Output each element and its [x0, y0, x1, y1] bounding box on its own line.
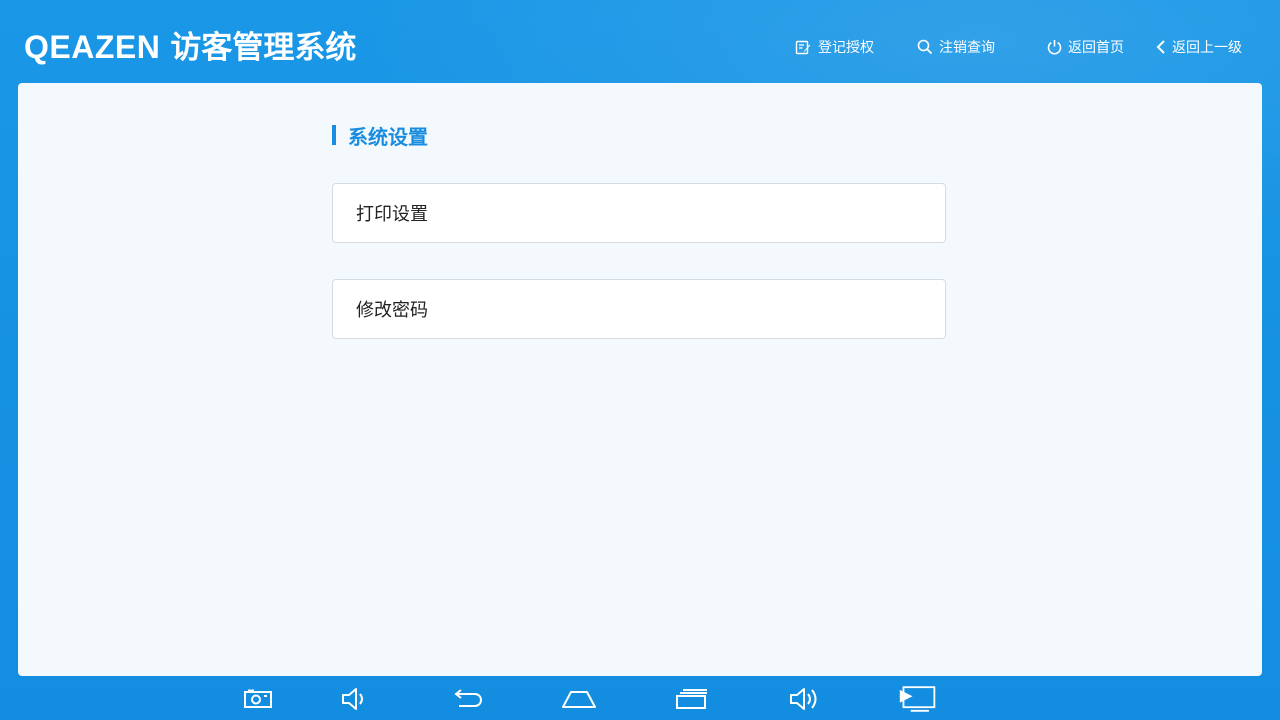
home-button[interactable] [559, 684, 599, 714]
home-nav-label: 返回首页 [1068, 40, 1124, 56]
change-password-item[interactable]: 修改密码 [332, 279, 946, 339]
volume-up-button[interactable] [784, 684, 824, 714]
screen-cast-icon [899, 686, 936, 712]
power-icon [1047, 40, 1062, 55]
back-button[interactable] [446, 684, 486, 714]
system-title: 访客管理系统 [170, 30, 357, 66]
register-auth-button[interactable]: 登记授权 [795, 36, 874, 58]
content-panel: 系统设置 打印设置 修改密码 [18, 83, 1262, 676]
section-title: 系统设置 [332, 123, 428, 149]
recent-apps-button[interactable] [672, 684, 712, 714]
volume-down-button[interactable] [334, 684, 374, 714]
change-password-label: 修改密码 [356, 300, 428, 321]
back-nav-button[interactable]: 返回上一级 [1156, 36, 1242, 58]
home-nav-button[interactable]: 返回首页 [1047, 36, 1124, 58]
register-auth-label: 登记授权 [818, 40, 874, 56]
screen-cast-button[interactable] [898, 684, 938, 714]
chevron-left-icon [1156, 40, 1165, 54]
home-icon [562, 691, 596, 708]
print-settings-label: 打印设置 [356, 204, 428, 225]
screenshot-icon [244, 689, 272, 708]
system-navigation-bar [0, 678, 1280, 720]
back-icon [454, 689, 482, 707]
print-settings-item[interactable]: 打印设置 [332, 183, 946, 243]
header: QEAZEN 访客管理系统 登记授权 注销查询 返回首页 返回上一级 [0, 0, 1280, 82]
volume-down-icon [342, 688, 363, 710]
volume-up-icon [790, 688, 817, 710]
title-accent-bar [332, 125, 336, 145]
recent-apps-icon [676, 689, 707, 709]
app-title: QEAZEN 访客管理系统 [24, 22, 356, 67]
section-title-text: 系统设置 [348, 124, 428, 149]
search-icon [917, 39, 933, 55]
brand-name: QEAZEN [24, 29, 161, 65]
cancel-query-label: 注销查询 [939, 40, 995, 56]
screenshot-button[interactable] [238, 684, 278, 714]
back-nav-label: 返回上一级 [1172, 40, 1242, 56]
cancel-query-button[interactable]: 注销查询 [917, 36, 995, 58]
edit-icon [795, 40, 811, 54]
